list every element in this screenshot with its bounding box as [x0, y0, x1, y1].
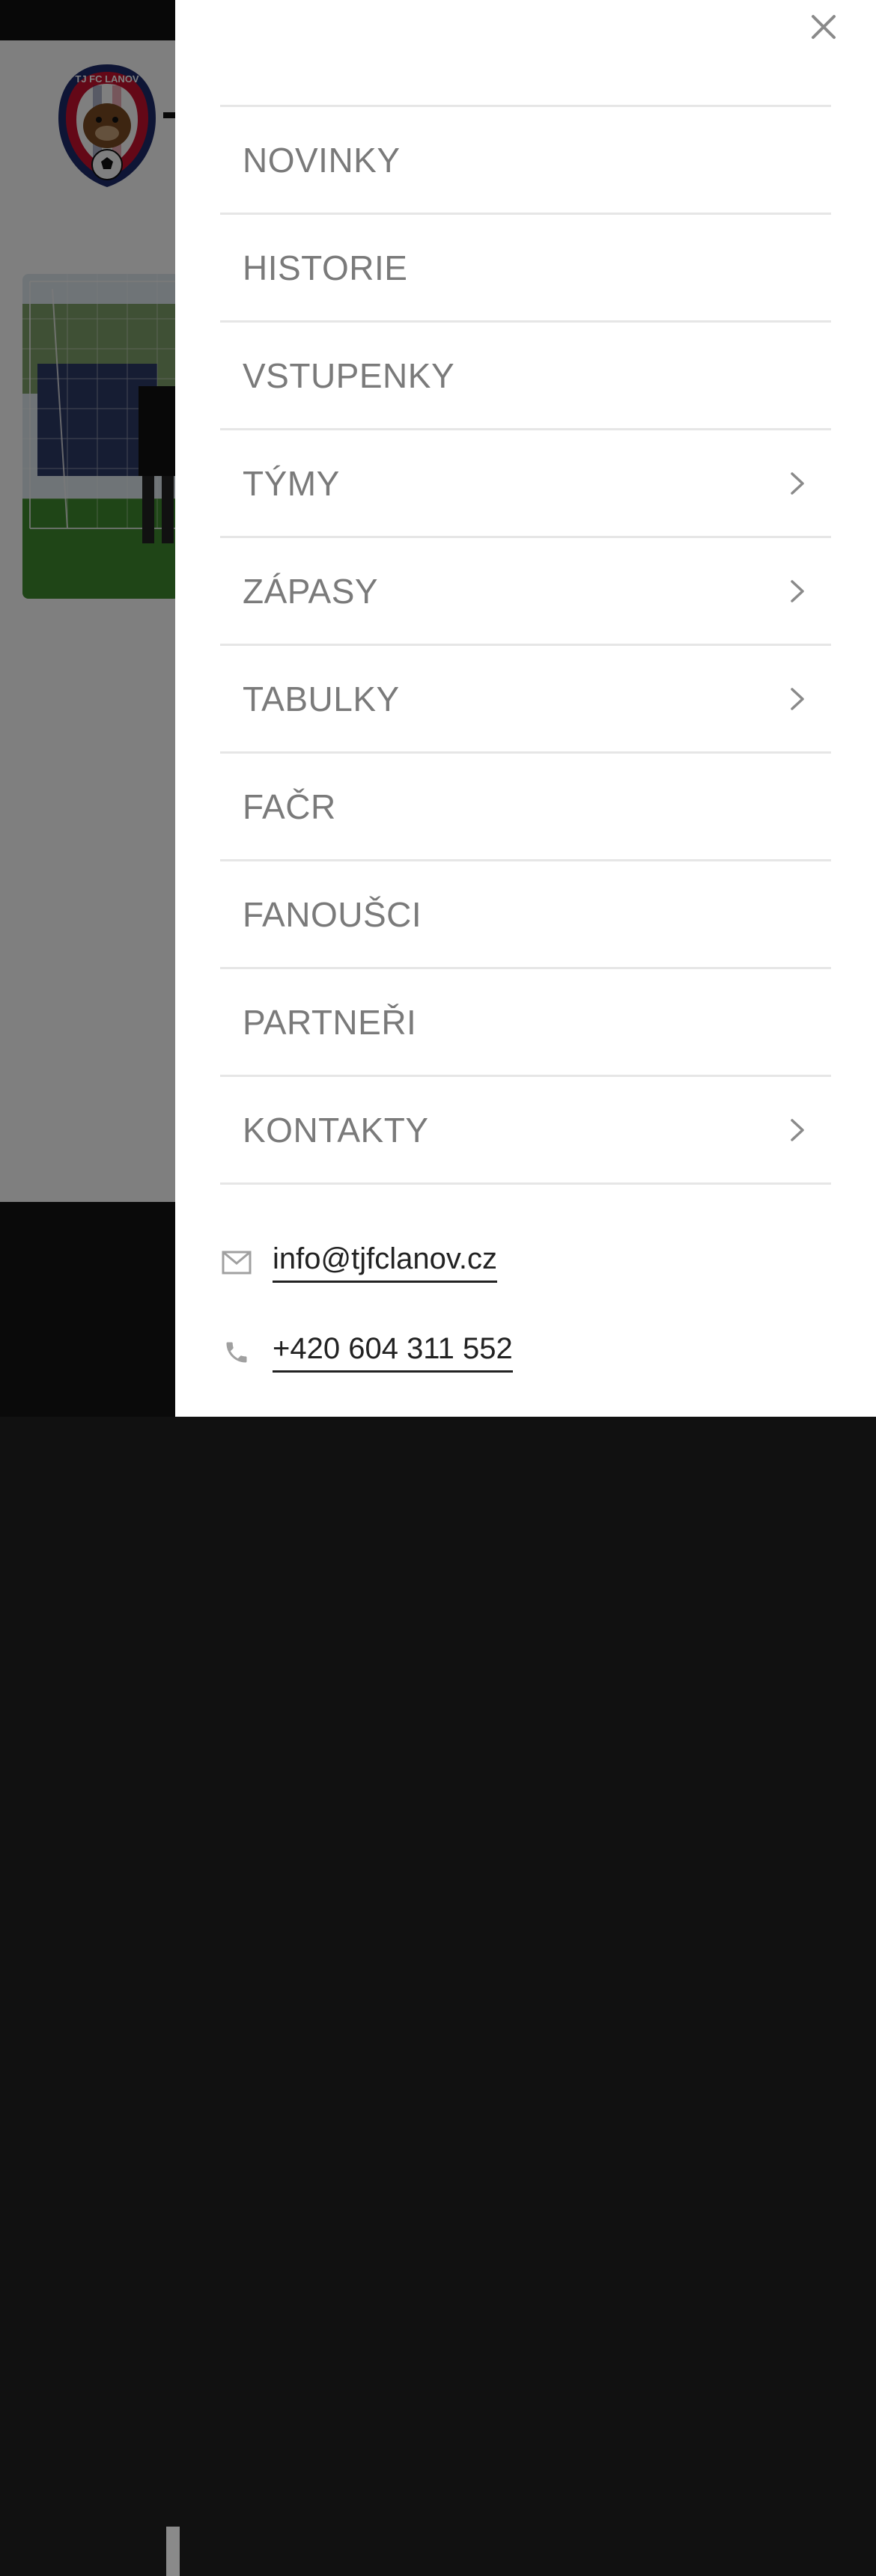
close-icon [809, 12, 839, 46]
menu-item-label: VSTUPENKY [243, 355, 455, 395]
menu-item-label: ZÁPASY [243, 571, 379, 611]
menu-item-zápasy[interactable]: ZÁPASY [220, 538, 831, 646]
menu-item-tabulky[interactable]: TABULKY [220, 646, 831, 754]
menu-item-label: FANOUŠCI [243, 894, 422, 934]
main-menu: NOVINKY HISTORIE VSTUPENKY TÝMY ZÁPASY TABULK… [220, 105, 831, 1185]
close-button[interactable] [803, 7, 845, 49]
chevron-right-icon[interactable] [786, 684, 809, 714]
menu-item-label: FAČR [243, 787, 336, 826]
menu-item-label: TÝMY [243, 463, 340, 503]
menu-item-label: KONTAKTY [243, 1110, 429, 1150]
menu-item-fanoušci[interactable]: FANOUŠCI [220, 861, 831, 969]
phone-link[interactable]: +420 604 311 552 [273, 1332, 513, 1373]
chevron-right-icon[interactable] [786, 1115, 809, 1145]
phone-contact: +420 604 311 552 [220, 1332, 513, 1373]
menu-item-partneři[interactable]: PARTNEŘI [220, 969, 831, 1077]
menu-item-fačr[interactable]: FAČR [220, 754, 831, 861]
menu-item-label: TABULKY [243, 679, 400, 718]
menu-item-novinky[interactable]: NOVINKY [220, 107, 831, 215]
menu-item-kontakty[interactable]: KONTAKTY [220, 1077, 831, 1185]
chevron-right-icon[interactable] [786, 576, 809, 606]
menu-item-vstupenky[interactable]: VSTUPENKY [220, 323, 831, 430]
phone-icon [220, 1336, 253, 1369]
menu-item-label: PARTNEŘI [243, 1002, 417, 1042]
chevron-right-icon[interactable] [786, 468, 809, 498]
menu-item-týmy[interactable]: TÝMY [220, 430, 831, 538]
email-contact: info@tjfclanov.cz [220, 1242, 497, 1283]
menu-item-label: NOVINKY [243, 140, 401, 180]
navigation-drawer: NOVINKY HISTORIE VSTUPENKY TÝMY ZÁPASY TABULK… [175, 0, 876, 1417]
menu-item-historie[interactable]: HISTORIE [220, 215, 831, 323]
menu-item-label: HISTORIE [243, 248, 408, 287]
envelope-icon [220, 1246, 253, 1279]
footer-element [166, 2527, 180, 2576]
email-link[interactable]: info@tjfclanov.cz [273, 1242, 497, 1283]
